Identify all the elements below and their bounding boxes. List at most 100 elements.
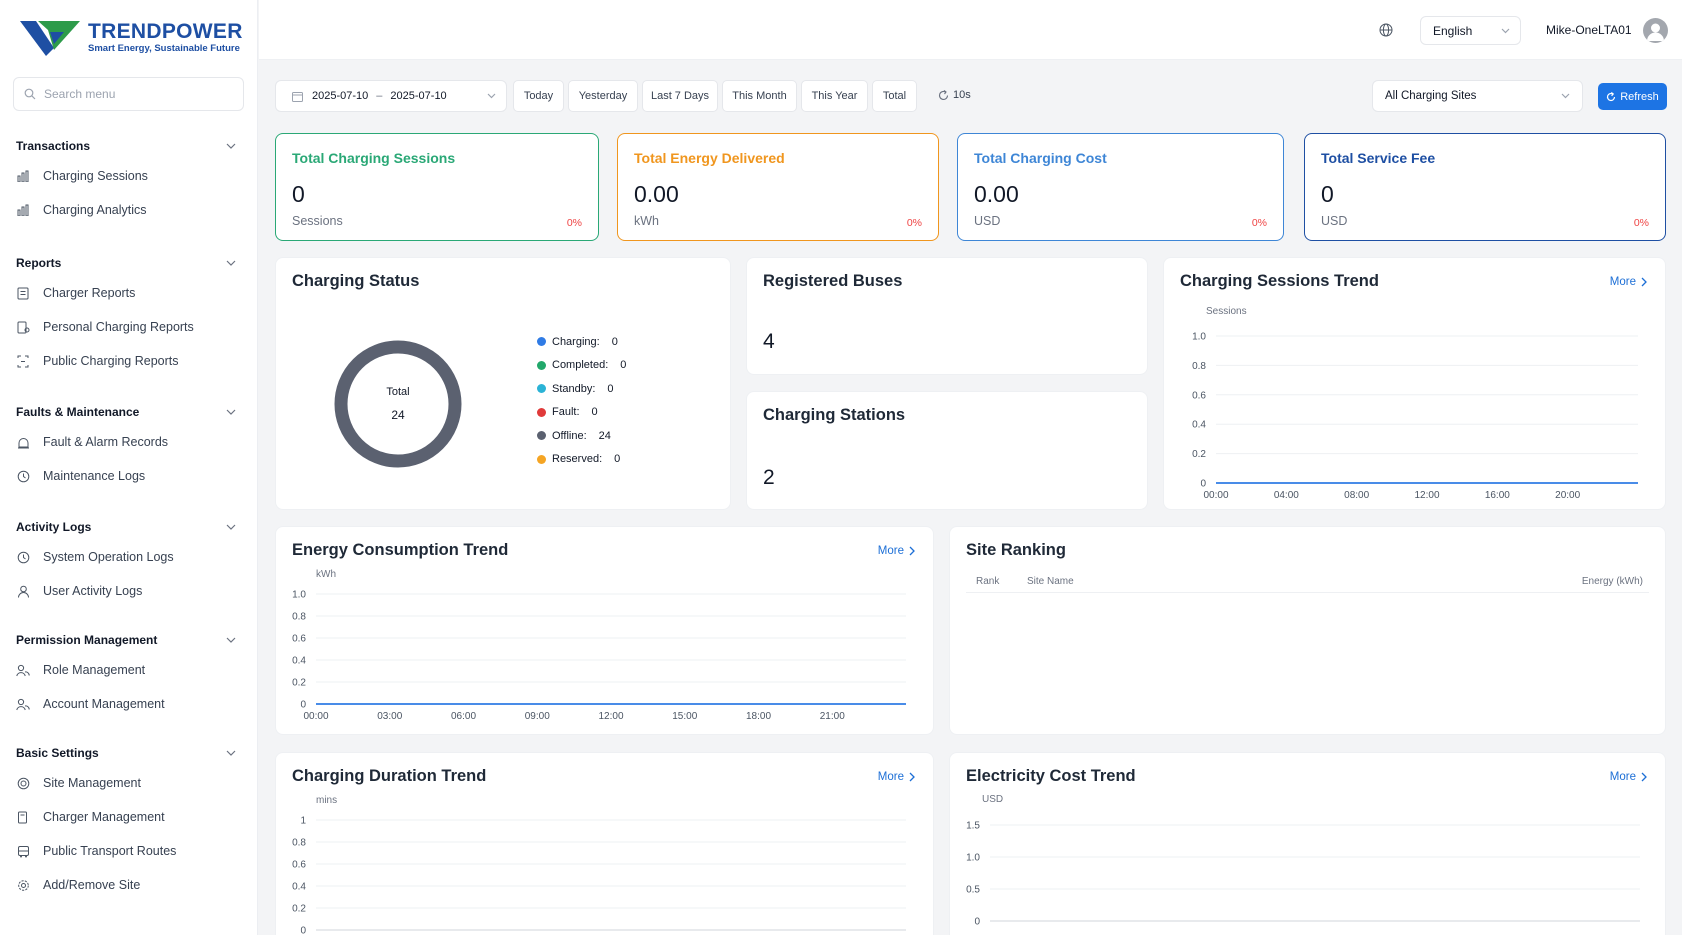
legend-dot (537, 360, 546, 370)
ranking-table-header: Rank Site Name Energy (kWh) (966, 567, 1649, 593)
sidebar-item-charger-reports[interactable]: Charger Reports (0, 276, 258, 310)
sidebar-item-charging-analytics[interactable]: Charging Analytics (0, 193, 258, 227)
donut-total-value: 24 (391, 408, 405, 422)
refresh-label: Refresh (1620, 90, 1659, 103)
end-date: 2025-07-10 (390, 90, 447, 102)
bar-chart-icon (16, 203, 30, 217)
group-header-permission-management[interactable]: Permission Management (0, 627, 258, 653)
x-tick-label: 04:00 (1274, 490, 1299, 501)
x-tick-label: 09:00 (525, 711, 550, 722)
quick-this-year-button[interactable]: This Year (801, 80, 868, 112)
nav-group-permission-management: Permission Management Role Management Ac… (0, 627, 258, 721)
quick-yesterday-button[interactable]: Yesterday (568, 80, 638, 112)
sidebar-item-label: System Operation Logs (43, 550, 174, 564)
sidebar-item-label: Public Transport Routes (43, 844, 177, 858)
sidebar-item-public-transport-routes[interactable]: Public Transport Routes (0, 834, 258, 868)
logo-mark-icon (20, 21, 80, 56)
site-ranking-card: Site Ranking Rank Site Name Energy (kWh) (949, 526, 1666, 735)
sidebar-item-charging-sessions[interactable]: Charging Sessions (0, 159, 258, 193)
report-icon (16, 286, 30, 300)
quick-last-7-days-button[interactable]: Last 7 Days (642, 80, 718, 112)
sidebar-item-maintenance-logs[interactable]: Maintenance Logs (0, 459, 258, 493)
search-input[interactable] (44, 87, 224, 101)
quick-this-month-button[interactable]: This Month (722, 80, 797, 112)
gear-icon (16, 878, 30, 892)
cost-trend-chart: USD 1.5 1.0 0.5 0 (966, 794, 1640, 928)
legend-item[interactable]: Reserved: 0 (537, 448, 626, 472)
legend-item[interactable]: Offline: 24 (537, 424, 626, 448)
avatar[interactable] (1643, 18, 1668, 43)
brand-logo[interactable]: TRENDPOWER Smart Energy, Sustainable Fut… (20, 18, 243, 58)
kpi-value: 0.00 (634, 181, 679, 207)
username[interactable]: Mike-OneLTA01 (1546, 23, 1632, 37)
legend-value: 0 (591, 406, 598, 419)
kpi-unit: Sessions (292, 214, 343, 228)
group-label: Activity Logs (16, 520, 92, 534)
language-select[interactable]: English (1420, 16, 1521, 45)
legend-item[interactable]: Standby: 0 (537, 377, 626, 401)
date-separator: – (376, 90, 383, 102)
charging-stations-value: 2 (763, 466, 775, 489)
sidebar-item-role-management[interactable]: Role Management (0, 653, 258, 687)
sidebar-item-public-charging-reports[interactable]: Public Charging Reports (0, 344, 258, 378)
sidebar-item-label: Role Management (43, 663, 146, 677)
sidebar-item-charger-management[interactable]: Charger Management (0, 800, 258, 834)
column-site-name: Site Name (1027, 576, 1074, 587)
charger-icon (16, 810, 30, 824)
group-header-reports[interactable]: Reports (0, 250, 258, 276)
sidebar-item-label: Charging Sessions (43, 169, 148, 183)
y-axis-unit: kWh (316, 569, 336, 580)
y-tick-label: 0.6 (292, 860, 306, 871)
legend-item[interactable]: Fault: 0 (537, 401, 626, 425)
globe-icon[interactable] (1379, 23, 1393, 37)
sidebar-item-system-operation-logs[interactable]: System Operation Logs (0, 540, 258, 574)
group-header-activity-logs[interactable]: Activity Logs (0, 514, 258, 540)
auto-refresh-interval[interactable]: 10s (938, 89, 971, 101)
legend-item[interactable]: Charging: 0 (537, 330, 626, 354)
x-tick-label: 18:00 (746, 711, 771, 722)
sidebar-item-personal-charging-reports[interactable]: Personal Charging Reports (0, 310, 258, 344)
kpi-title: Total Service Fee (1321, 150, 1436, 166)
user-icon (16, 584, 30, 598)
chevron-down-icon (226, 143, 236, 149)
y-tick-label: 0 (300, 700, 306, 711)
quick-total-button[interactable]: Total (872, 80, 917, 112)
group-header-faults-maintenance[interactable]: Faults & Maintenance (0, 399, 258, 425)
sidebar-item-site-management[interactable]: Site Management (0, 766, 258, 800)
x-tick-label: 00:00 (1203, 490, 1228, 501)
date-range-picker[interactable]: 2025-07-10 – 2025-07-10 (275, 80, 507, 112)
refresh-button[interactable]: Refresh (1598, 83, 1667, 110)
legend-item[interactable]: Completed: 0 (537, 354, 626, 378)
column-rank: Rank (976, 576, 1000, 587)
kpi-unit: kWh (634, 214, 659, 228)
y-tick-label: 0 (1200, 479, 1206, 490)
sidebar-item-add-remove-site[interactable]: Add/Remove Site (0, 868, 258, 902)
group-label: Transactions (16, 139, 91, 153)
search-box[interactable] (13, 77, 244, 111)
y-tick-label: 1.0 (1192, 332, 1206, 343)
nav-group-faults-maintenance: Faults & Maintenance Fault & Alarm Recor… (0, 399, 258, 493)
site-select[interactable]: All Charging Sites (1372, 80, 1583, 112)
group-header-basic-settings[interactable]: Basic Settings (0, 740, 258, 766)
status-donut-chart[interactable]: Total 24 (330, 336, 466, 472)
kpi-change: 0% (566, 217, 582, 229)
y-tick-label: 0.6 (292, 634, 306, 645)
chevron-down-icon (226, 750, 236, 756)
chevron-down-icon (1561, 93, 1570, 99)
donut-ring-offline (334, 340, 462, 468)
y-tick-label: 0.6 (1192, 390, 1206, 401)
energy-consumption-trend-card: Energy Consumption Trend More kWh 1.0 0.8 0… (275, 526, 934, 735)
legend-dot (537, 407, 546, 417)
kpi-title: Total Charging Sessions (292, 150, 456, 166)
public-report-icon (16, 354, 30, 368)
sidebar-item-fault-alarm-records[interactable]: Fault & Alarm Records (0, 425, 258, 459)
sidebar-item-account-management[interactable]: Account Management (0, 687, 258, 721)
sidebar-item-label: Site Management (43, 776, 141, 790)
y-axis-unit: Sessions (1206, 306, 1247, 317)
quick-today-button[interactable]: Today (513, 80, 564, 112)
group-header-transactions[interactable]: Transactions (0, 133, 258, 159)
kpi-total-energy-delivered: Total Energy Delivered 0.00 kWh 0% (617, 133, 939, 241)
sidebar-item-user-activity-logs[interactable]: User Activity Logs (0, 574, 258, 608)
y-tick-label: 0.2 (292, 904, 306, 915)
interval-value: 10s (953, 89, 971, 101)
